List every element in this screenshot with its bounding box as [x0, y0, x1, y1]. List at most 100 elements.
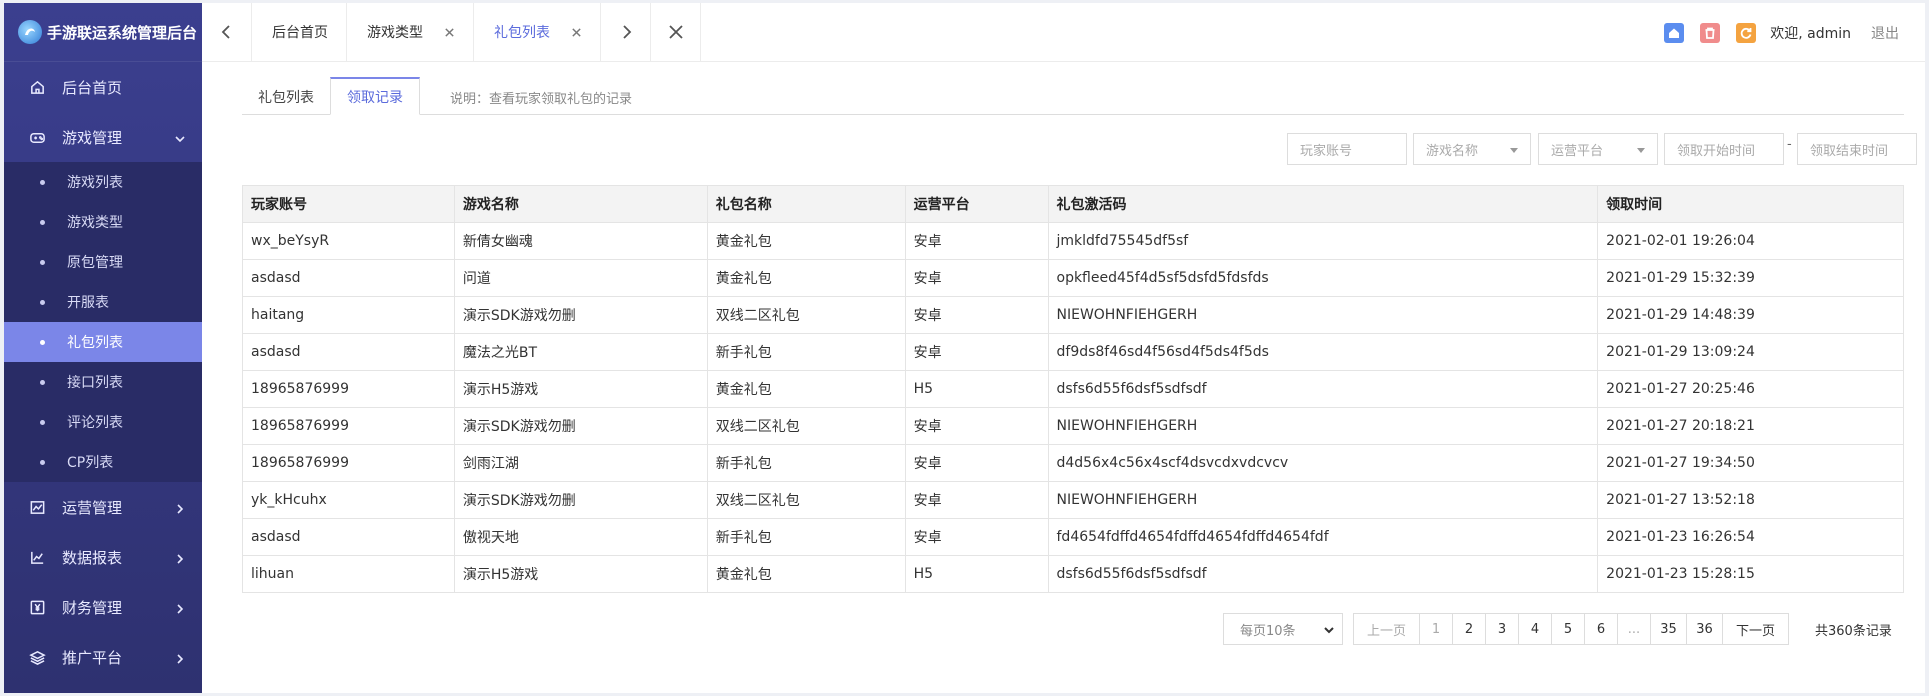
start-time-input[interactable]: 领取开始时间 — [1664, 133, 1784, 165]
tab-gift-list[interactable]: 礼包列表 — [474, 3, 601, 62]
close-icon[interactable] — [570, 26, 582, 38]
page-button[interactable]: 36 — [1686, 613, 1723, 645]
sidebar-item-promotion[interactable]: 推广平台 — [4, 632, 202, 682]
table-cell: 黄金礼包 — [706, 222, 906, 260]
page-button[interactable]: 1 — [1419, 613, 1453, 645]
subtab-claim-records[interactable]: 领取记录 — [330, 77, 420, 115]
table-cell: 剑雨江湖 — [453, 444, 708, 482]
column-header: 玩家账号 — [242, 185, 455, 223]
game-select[interactable]: 游戏名称 — [1413, 133, 1531, 165]
sidebar-subitem-game-list[interactable]: 游戏列表 — [4, 162, 202, 202]
table-cell: d4d56x4c56x4scf4dsvcdxvdcvcv — [1047, 444, 1599, 482]
table-cell: 黄金礼包 — [706, 259, 906, 297]
table-row: yk_kHcuhx 演示SDK游戏勿删 双线二区礼包 安卓 NIEWOHNFIEHGER… — [242, 481, 1904, 519]
sidebar-subitem-label: 游戏列表 — [67, 175, 123, 191]
chevron-down-icon — [174, 131, 186, 143]
page-button[interactable]: 4 — [1518, 613, 1552, 645]
submenu-game-management: 游戏列表 游戏类型 原包管理 开服表 礼包列表 接口列表 评论列表 CP列表 — [4, 162, 202, 482]
table-cell: NIEWOHNFIEHGERH — [1047, 481, 1599, 519]
table-cell: 演示H5游戏 — [453, 555, 708, 593]
table-cell: 演示SDK游戏勿删 — [453, 296, 708, 334]
table-cell: 安卓 — [904, 444, 1049, 482]
column-header: 运营平台 — [904, 185, 1049, 223]
account-input[interactable]: 玩家账号 — [1287, 133, 1407, 165]
date-range-dash: - — [1787, 137, 1792, 152]
close-all-tabs-button[interactable] — [651, 3, 701, 62]
tab-label: 游戏类型 — [367, 25, 423, 41]
welcome-text: 欢迎, admin — [1770, 25, 1851, 42]
table-cell: jmkldfd75545df5sf — [1047, 222, 1599, 260]
table-row: 18965876999 剑雨江湖 新手礼包 安卓 d4d56x4c56x4scf4dsv… — [242, 444, 1904, 482]
next-page-button[interactable]: 下一页 — [1722, 613, 1789, 645]
tabs-scroll-right-button[interactable] — [601, 3, 651, 62]
sidebar-subitem-original-package[interactable]: 原包管理 — [4, 242, 202, 282]
page-button[interactable]: 5 — [1551, 613, 1585, 645]
sidebar-subitem-label: 礼包列表 — [67, 335, 123, 351]
trash-icon[interactable] — [1700, 22, 1721, 43]
table-cell: asdasd — [242, 333, 455, 371]
table-cell: dsfs6d55f6dsf5sdfsdf — [1047, 555, 1599, 593]
column-header: 礼包名称 — [706, 185, 906, 223]
topbar: 后台首页 游戏类型 礼包列表 欢迎, admin 退出 — [202, 3, 1925, 62]
table-cell: 18965876999 — [242, 370, 455, 408]
table-cell: 安卓 — [904, 481, 1049, 519]
table-cell: 18965876999 — [242, 407, 455, 445]
sidebar-item-home[interactable]: 后台首页 — [4, 62, 202, 112]
page-button[interactable]: 2 — [1452, 613, 1486, 645]
tab-label: 礼包列表 — [494, 25, 550, 41]
refresh-icon[interactable] — [1736, 22, 1757, 43]
table-row: lihuan 演示H5游戏 黄金礼包 H5 dsfs6d55f6dsf5sdfsdf 20… — [242, 555, 1904, 593]
table-cell: 2021-02-01 19:26:04 — [1597, 222, 1904, 260]
table-cell: 新手礼包 — [706, 444, 906, 482]
gamepad-icon — [28, 128, 46, 146]
table-cell: 黄金礼包 — [706, 370, 906, 408]
sidebar-subitem-cp-list[interactable]: CP列表 — [4, 442, 202, 482]
page-button[interactable]: 35 — [1650, 613, 1687, 645]
table-cell: dsfs6d55f6dsf5sdfsdf — [1047, 370, 1599, 408]
end-time-input[interactable]: 领取结束时间 — [1797, 133, 1917, 165]
bullet-icon — [40, 299, 45, 305]
page-size-select[interactable]: 每页10条 — [1223, 613, 1343, 645]
sidebar-item-label: 游戏管理 — [62, 128, 123, 147]
sidebar-subitem-comment-list[interactable]: 评论列表 — [4, 402, 202, 442]
prev-page-button[interactable]: 上一页 — [1353, 613, 1420, 645]
page-note: 说明：查看玩家领取礼包的记录 — [450, 91, 633, 107]
table-cell: 傲视天地 — [453, 518, 708, 556]
sidebar-subitem-label: 接口列表 — [67, 375, 123, 391]
sidebar: 手游联运系统管理后台 后台首页 游戏管理 游戏列表 游戏类型 原包管理 开服表 … — [4, 3, 202, 693]
sidebar-item-reports[interactable]: 数据报表 — [4, 532, 202, 582]
sidebar-subitem-api-list[interactable]: 接口列表 — [4, 362, 202, 402]
table-cell: 2021-01-23 16:26:54 — [1597, 518, 1904, 556]
sidebar-subitem-server-schedule[interactable]: 开服表 — [4, 282, 202, 322]
app-frame: 手游联运系统管理后台 后台首页 游戏管理 游戏列表 游戏类型 原包管理 开服表 … — [4, 3, 1925, 693]
subtab-gift-list[interactable]: 礼包列表 — [242, 80, 330, 114]
sidebar-subitem-gift-list[interactable]: 礼包列表 — [4, 322, 202, 362]
sidebar-item-finance[interactable]: 财务管理 — [4, 582, 202, 632]
page-button[interactable]: 3 — [1485, 613, 1519, 645]
sidebar-subitem-game-type[interactable]: 游戏类型 — [4, 202, 202, 242]
logout-link[interactable]: 退出 — [1871, 23, 1899, 43]
tab-game-type[interactable]: 游戏类型 — [347, 3, 474, 62]
layers-icon — [28, 648, 46, 666]
subtabs: 礼包列表 领取记录 说明：查看玩家领取礼包的记录 — [242, 77, 1904, 115]
chart-line-icon — [28, 548, 46, 566]
table-cell: df9ds8f46sd4f56sd4f5ds4f5ds — [1047, 333, 1599, 371]
sidebar-item-label: 财务管理 — [62, 598, 123, 617]
page-button[interactable]: 6 — [1584, 613, 1618, 645]
close-icon[interactable] — [443, 26, 455, 38]
platform-select[interactable]: 运营平台 — [1538, 133, 1658, 165]
home-icon[interactable] — [1664, 22, 1685, 43]
sidebar-item-operations[interactable]: 运营管理 — [4, 482, 202, 532]
filter-bar: 玩家账号 游戏名称 运营平台 领取开始时间 - 领取结束时间 搜索 清空 导出 — [202, 133, 1925, 167]
tabs-scroll-left-button[interactable] — [202, 3, 252, 62]
table-cell: wx_beYsyR — [242, 222, 455, 260]
logo-icon — [18, 20, 42, 44]
tab-home[interactable]: 后台首页 — [252, 3, 347, 62]
table-cell: 2021-01-29 15:32:39 — [1597, 259, 1904, 297]
column-header: 礼包激活码 — [1047, 185, 1599, 223]
table-cell: 魔法之光BT — [453, 333, 708, 371]
sidebar-item-game-management[interactable]: 游戏管理 — [4, 112, 202, 162]
table-row: haitang 演示SDK游戏勿删 双线二区礼包 安卓 NIEWOHNFIEHGERH 2… — [242, 296, 1904, 334]
table-row: asdasd 问道 黄金礼包 安卓 opkfleed45f4d5sf5dsfd5fdsf… — [242, 259, 1904, 297]
table-cell: opkfleed45f4d5sf5dsfd5fdsfds — [1047, 259, 1599, 297]
